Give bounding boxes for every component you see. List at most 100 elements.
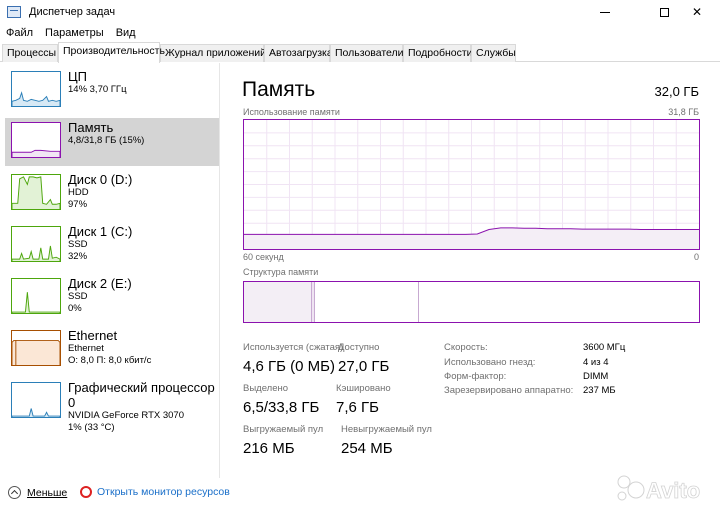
stat-value: 216 МБ <box>243 440 295 457</box>
gpu-thumbnail <box>11 382 61 418</box>
ethernet-thumbnail <box>11 330 61 366</box>
resource-throughput: О: 8,0 П: 8,0 кбит/с <box>68 355 152 366</box>
segment-in-use <box>244 282 312 322</box>
stat-value: 6,5/33,8 ГБ <box>243 399 320 416</box>
stat-value: 7,6 ГБ <box>336 399 379 416</box>
fewer-details-label: Меньше <box>27 486 68 499</box>
structure-label: Структура памяти <box>243 267 319 277</box>
resource-ethernet[interactable]: Ethernet Ethernet О: 8,0 П: 8,0 кбит/с <box>5 326 219 374</box>
stat-value: 27,0 ГБ <box>338 358 390 375</box>
memory-composition-bar <box>243 281 700 323</box>
stat-committed: Выделено 6,5/33,8 ГБ <box>243 383 319 417</box>
resource-gpu-0[interactable]: Графический процессор 0 NVIDIA GeForce R… <box>5 378 219 433</box>
spec-reserved-label: Зарезервировано аппаратно: <box>444 385 574 396</box>
minimize-button[interactable] <box>582 0 628 24</box>
title-bar: Диспетчер задач ✕ <box>0 0 720 24</box>
memory-usage-chart <box>243 119 700 250</box>
spec-speed-label: Скорость: <box>444 342 488 353</box>
segment-standby <box>316 282 419 322</box>
stat-label: Доступно <box>338 342 380 353</box>
spec-speed-value: 3600 МГц <box>583 342 626 353</box>
stat-cached: Кэшировано 7,6 ГБ <box>336 383 391 417</box>
resource-monitor-label: Открыть монитор ресурсов <box>97 486 230 498</box>
spec-slots-value: 4 из 4 <box>583 357 609 368</box>
stat-value: 4,6 ГБ (0 МБ) <box>243 358 335 375</box>
spec-reserved-value: 237 МБ <box>583 385 616 396</box>
chart-label: Использование памяти <box>243 107 340 117</box>
resource-detail: 4,8/31,8 ГБ (15%) <box>68 135 145 146</box>
open-resource-monitor-link[interactable]: Открыть монитор ресурсов <box>80 486 230 498</box>
minimize-icon <box>600 11 610 13</box>
stat-label: Используется (сжатая) <box>243 342 344 353</box>
resource-name: Диск 0 (D:) <box>68 172 133 187</box>
resource-type: SSD <box>68 291 88 302</box>
window-title: Диспетчер задач <box>29 6 116 18</box>
resource-disk-1[interactable]: Диск 1 (C:) SSD 32% <box>5 222 219 270</box>
resource-list: ЦП 14% 3,70 ГГц Память 4,8/31,8 ГБ (15%)… <box>0 63 220 478</box>
resource-cpu[interactable]: ЦП 14% 3,70 ГГц <box>5 67 219 115</box>
resource-name: Диск 2 (E:) <box>68 276 132 291</box>
tab-bar: Процессы Производительность Журнал прило… <box>0 42 720 63</box>
stat-label: Выгружаемый пул <box>243 424 324 435</box>
chart-max: 31,8 ГБ <box>668 107 699 117</box>
tab-details[interactable]: Подробности <box>403 44 473 62</box>
spec-form-factor-value: DIMM <box>583 371 609 382</box>
resource-name: Память <box>68 120 114 135</box>
tab-services[interactable]: Службы <box>471 44 516 62</box>
cpu-thumbnail <box>11 71 61 107</box>
stat-label: Выделено <box>243 383 289 394</box>
resource-type: HDD <box>68 187 89 198</box>
disk1-thumbnail <box>11 226 61 262</box>
tab-performance[interactable]: Производительность <box>58 42 165 63</box>
segment-free <box>420 282 699 322</box>
menu-view[interactable]: Вид <box>110 27 142 39</box>
tab-startup[interactable]: Автозагрузка <box>264 44 333 62</box>
stat-paged-pool: Выгружаемый пул 216 МБ <box>243 424 323 458</box>
resource-disk-2[interactable]: Диск 2 (E:) SSD 0% <box>5 274 219 322</box>
disk2-thumbnail <box>11 278 61 314</box>
resource-detail: 14% 3,70 ГГц <box>68 84 127 95</box>
task-manager-icon <box>7 6 21 18</box>
resource-monitor-icon <box>80 486 92 498</box>
stat-nonpaged-pool: Невыгружаемый пул 254 МБ <box>341 424 432 458</box>
maximize-icon <box>659 7 669 17</box>
disk0-thumbnail <box>11 174 61 210</box>
memory-details: Память 32,0 ГБ Использование памяти 31,8… <box>221 63 720 478</box>
tab-users[interactable]: Пользователи <box>330 44 404 62</box>
resource-disk-0[interactable]: Диск 0 (D:) HDD 97% <box>5 170 219 218</box>
close-icon: ✕ <box>691 5 703 19</box>
resource-name: Диск 1 (C:) <box>68 224 133 239</box>
menu-file[interactable]: Файл <box>0 27 39 39</box>
page-title: Память <box>242 78 316 101</box>
stat-available: Доступно 27,0 ГБ <box>338 342 389 376</box>
axis-time-end: 0 <box>693 252 699 262</box>
fewer-details-button[interactable]: Меньше <box>8 486 67 499</box>
resource-usage: 1% (33 °C) <box>68 422 115 433</box>
tab-app-history[interactable]: Журнал приложений <box>160 44 266 62</box>
resource-name: Графический процессор 0 <box>68 380 215 410</box>
svg-text:Avito: Avito <box>646 478 700 503</box>
resource-memory[interactable]: Память 4,8/31,8 ГБ (15%) <box>5 118 219 166</box>
segment-modified <box>312 282 315 322</box>
stat-value: 254 МБ <box>341 440 393 457</box>
watermark-logo: Avito <box>617 475 701 503</box>
resource-type: NVIDIA GeForce RTX 3070 <box>68 410 184 421</box>
spec-slots-label: Использовано гнезд: <box>444 357 536 368</box>
total-memory: 32,0 ГБ <box>654 84 699 99</box>
close-button[interactable]: ✕ <box>674 0 720 24</box>
resource-usage: 0% <box>68 303 82 314</box>
resource-usage: 97% <box>68 199 88 210</box>
resource-name: ЦП <box>68 69 87 84</box>
resource-name: Ethernet <box>68 328 118 343</box>
chevron-up-icon <box>8 486 21 499</box>
resource-type: Ethernet <box>68 343 104 354</box>
tab-processes[interactable]: Процессы <box>2 44 58 62</box>
axis-time-start: 60 секунд <box>243 252 284 262</box>
resource-type: SSD <box>68 239 88 250</box>
stat-in-use: Используется (сжатая) 4,6 ГБ (0 МБ) <box>243 342 343 376</box>
stat-label: Невыгружаемый пул <box>341 424 432 435</box>
memory-usage-graph <box>244 120 699 249</box>
menu-options[interactable]: Параметры <box>39 27 110 39</box>
menu-bar: Файл Параметры Вид <box>0 24 720 42</box>
memory-thumbnail <box>11 122 61 158</box>
